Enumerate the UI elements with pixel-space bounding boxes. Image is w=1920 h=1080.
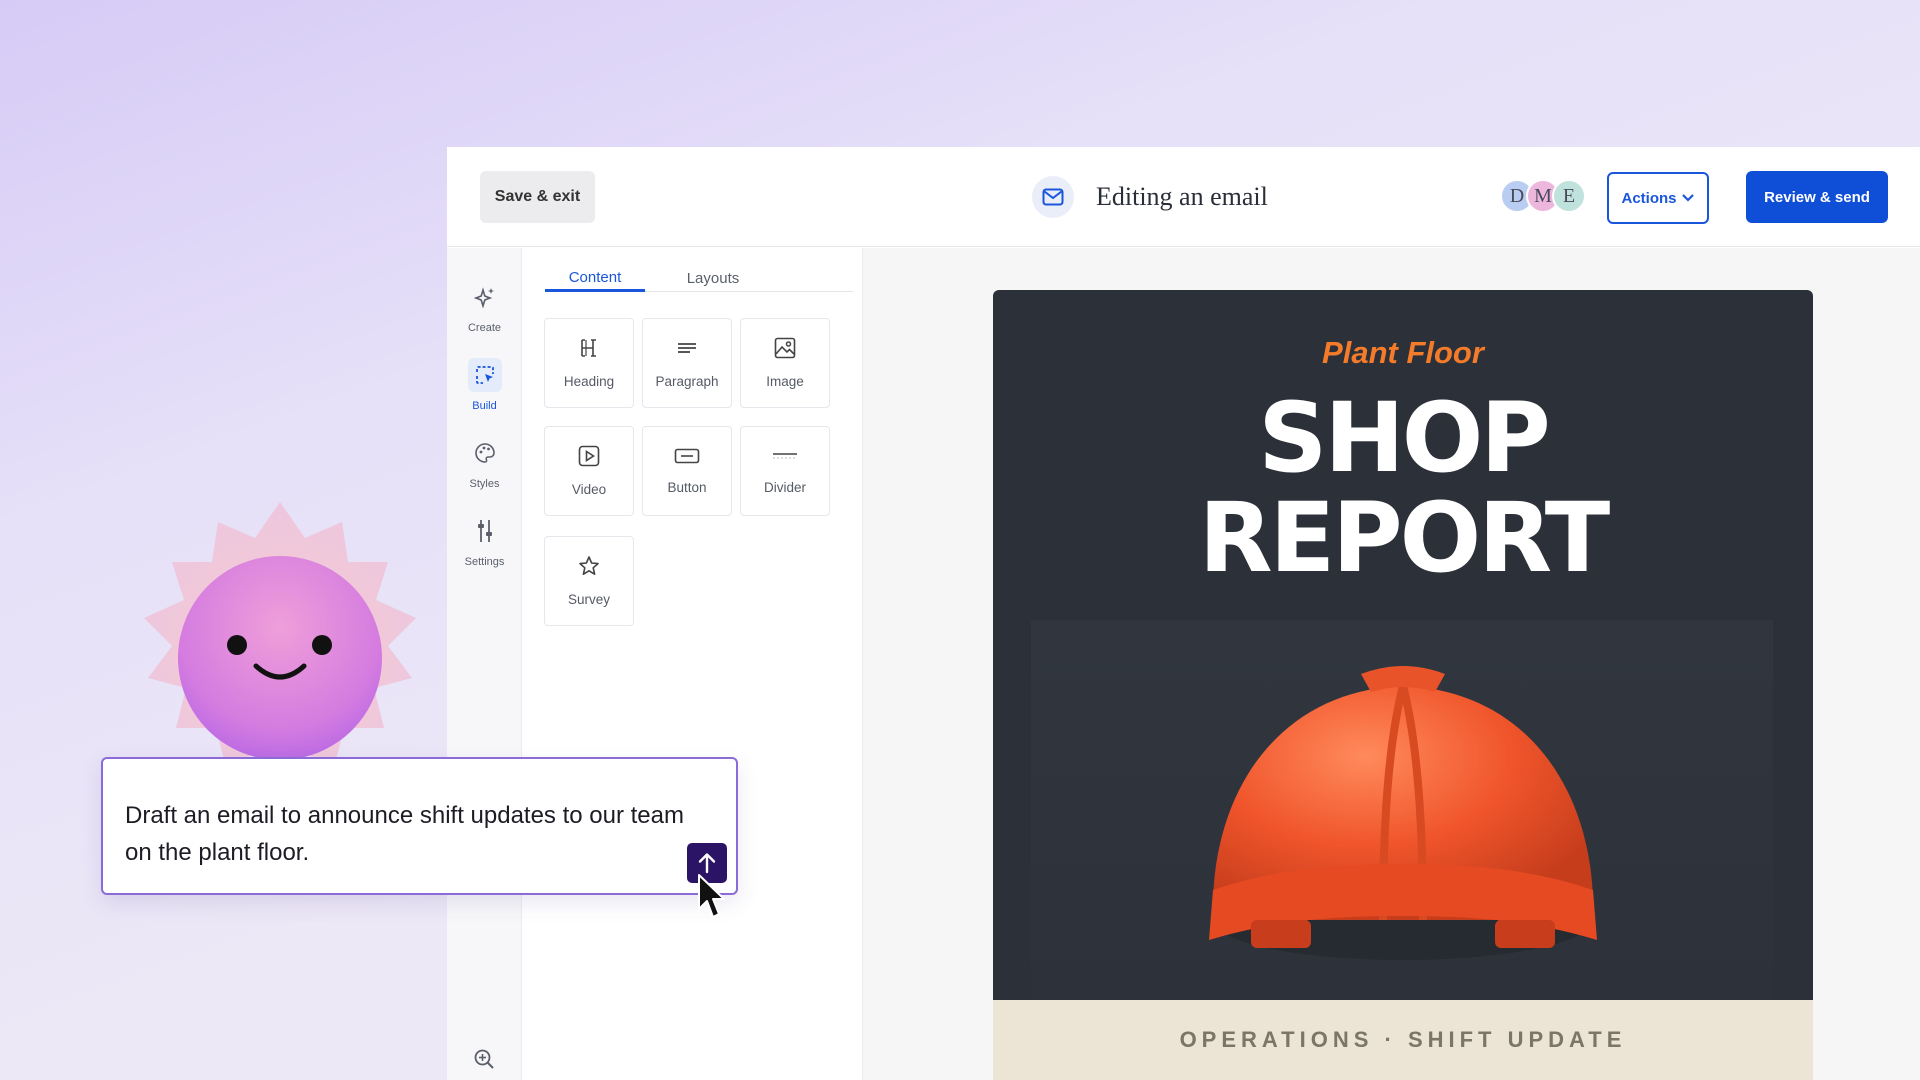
button-icon — [674, 447, 700, 470]
page-title: Editing an email — [1096, 182, 1268, 211]
heading-icon — [578, 337, 600, 364]
email-canvas: Plant Floor SHOP REPORT OPERATIONS · SHI… — [863, 248, 1920, 1080]
tab-content[interactable]: Content — [545, 265, 645, 292]
rail-label: Styles — [469, 478, 500, 490]
block-label: Heading — [563, 374, 615, 389]
video-icon — [578, 445, 600, 472]
arrow-up-icon — [698, 853, 716, 874]
block-survey[interactable]: Survey — [544, 536, 634, 626]
block-paragraph[interactable]: Paragraph — [642, 318, 732, 408]
save-exit-button[interactable]: Save & exit — [480, 171, 595, 223]
block-label: Divider — [763, 480, 806, 495]
prompt-input[interactable]: Draft an email to announce shift updates… — [125, 797, 685, 871]
block-button[interactable]: Button — [642, 426, 732, 516]
email-kicker: Plant Floor — [1322, 335, 1484, 370]
chevron-down-icon — [1681, 194, 1694, 202]
star-icon — [578, 555, 600, 582]
rail-label: Create — [467, 322, 502, 334]
panel-tabs: Content Layouts — [545, 265, 853, 292]
block-label: Button — [667, 480, 707, 495]
actions-label: Actions — [1621, 189, 1677, 207]
hard-hat-image — [1031, 620, 1773, 1000]
divider-icon — [772, 447, 798, 470]
actions-dropdown-button[interactable]: Actions — [1607, 172, 1709, 224]
review-send-button[interactable]: Review & send — [1746, 171, 1888, 223]
headline-line: REPORT — [1198, 482, 1611, 594]
collaborator-avatars: D M E — [1500, 179, 1586, 213]
rail-item-build[interactable]: Build — [447, 358, 522, 412]
sun-mascot-illustration — [144, 502, 416, 770]
image-icon — [774, 337, 796, 364]
email-editor-window: Save & exit Editing an email D M E Actio… — [447, 147, 1920, 1080]
block-image[interactable]: Image — [740, 318, 830, 408]
build-icon — [467, 358, 502, 392]
sliders-icon — [468, 514, 502, 548]
rail-item-settings[interactable]: Settings — [447, 514, 522, 568]
rail-label: Build — [472, 400, 497, 412]
rail-label: Settings — [464, 556, 505, 568]
email-headline: SHOP REPORT — [993, 388, 1813, 588]
paragraph-icon — [676, 337, 698, 364]
email-footer-banner: OPERATIONS · SHIFT UPDATE — [993, 1000, 1813, 1080]
ai-prompt-box[interactable]: Draft an email to announce shift updates… — [101, 757, 738, 895]
block-label: Paragraph — [655, 374, 719, 389]
content-panel: Content Layouts Heading Paragraph Image — [522, 248, 863, 1080]
avatar[interactable]: E — [1552, 179, 1586, 213]
palette-icon — [468, 436, 502, 470]
rail-item-styles[interactable]: Styles — [447, 436, 522, 490]
sparkle-icon — [468, 280, 502, 314]
tab-layouts[interactable]: Layouts — [663, 265, 763, 292]
mouse-pointer-icon — [698, 874, 725, 918]
title-area: Editing an email — [1032, 175, 1268, 219]
email-footer-text: OPERATIONS · SHIFT UPDATE — [1179, 1027, 1627, 1052]
block-video[interactable]: Video — [544, 426, 634, 516]
zoom-in-icon[interactable] — [473, 1048, 495, 1075]
top-bar: Save & exit Editing an email D M E Actio… — [447, 147, 1920, 247]
block-label: Video — [571, 482, 607, 497]
email-preview[interactable]: Plant Floor SHOP REPORT OPERATIONS · SHI… — [993, 290, 1813, 1080]
left-rail: Create Build Styles Settings — [447, 248, 522, 1080]
block-divider[interactable]: Divider — [740, 426, 830, 516]
block-heading[interactable]: Heading — [544, 318, 634, 408]
rail-item-create[interactable]: Create — [447, 280, 522, 334]
headline-line: SHOP — [1258, 382, 1550, 494]
envelope-icon — [1032, 176, 1074, 218]
block-label: Survey — [567, 592, 611, 607]
block-label: Image — [766, 374, 804, 389]
